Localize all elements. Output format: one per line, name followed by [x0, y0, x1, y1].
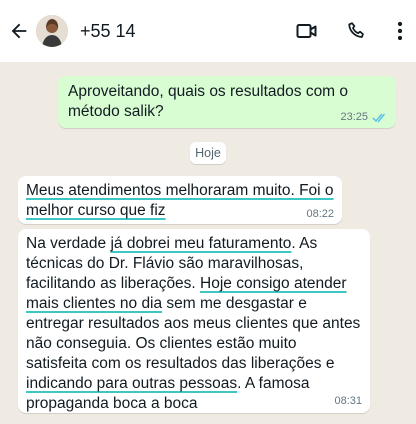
chat-area[interactable]: Aproveitando, quais os resultados com o …	[0, 62, 416, 424]
video-call-button[interactable]	[292, 16, 322, 46]
message-time: 08:31	[334, 395, 362, 407]
incoming-message[interactable]: Meus atendimentos melhoraram muito. Foi …	[18, 176, 342, 224]
outgoing-message[interactable]: Aproveitando, quais os resultados com o …	[58, 76, 396, 128]
message-text: Aproveitando, quais os resultados com o …	[68, 83, 349, 120]
phone-icon	[348, 22, 364, 38]
message-time: 23:25	[340, 111, 368, 123]
chat-header: +55 14	[0, 0, 416, 62]
more-options-button[interactable]	[390, 16, 410, 46]
avatar[interactable]	[36, 15, 68, 47]
message-text-segment: Na verdade	[26, 235, 111, 252]
contact-name[interactable]: +55 14	[80, 21, 292, 42]
highlighted-text: indicando para outras pessoas	[26, 375, 238, 392]
message-time: 08:22	[306, 208, 334, 220]
back-arrow-icon	[11, 23, 27, 39]
incoming-message[interactable]: Na verdade já dobrei meu faturamento. As…	[18, 229, 370, 413]
back-button[interactable]	[4, 16, 34, 46]
more-vert-icon	[397, 21, 403, 41]
highlighted-text: já dobrei meu faturamento	[110, 235, 292, 252]
read-ticks-icon	[372, 113, 386, 123]
day-divider: Hoje	[190, 142, 226, 164]
day-label: Hoje	[195, 146, 221, 160]
voice-call-button[interactable]	[342, 16, 372, 46]
message-text: Meus atendimentos melhoraram muito. Foi …	[26, 182, 334, 219]
video-call-icon	[296, 24, 317, 38]
